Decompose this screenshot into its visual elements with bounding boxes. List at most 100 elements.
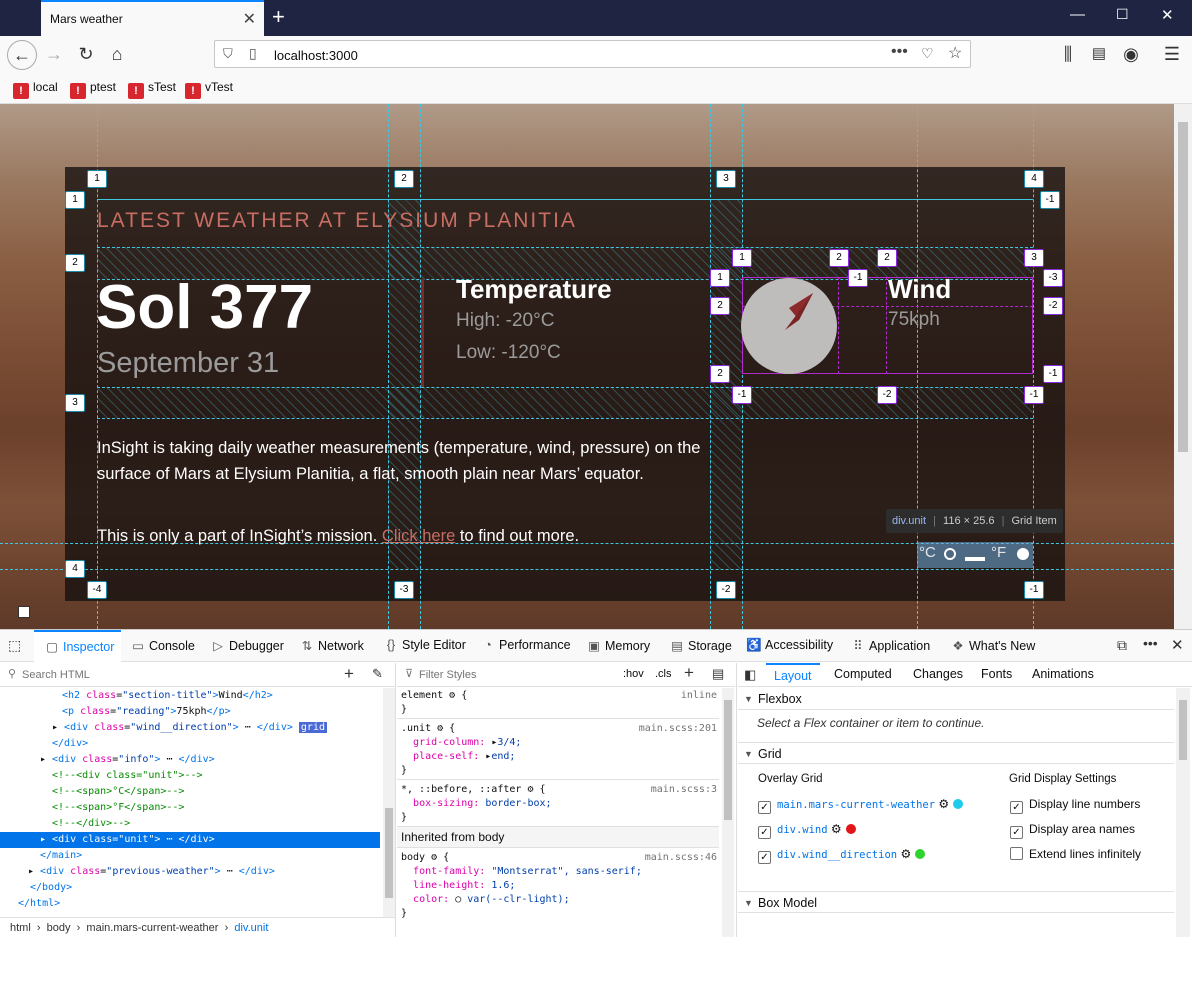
bookmark-local[interactable]: ! local [13,80,58,99]
menu-icon[interactable]: ☰ [1159,42,1185,68]
color-swatch[interactable] [845,824,856,834]
tree-node[interactable]: <p class="reading">75kph</p> [0,704,380,720]
back-icon[interactable]: ← [7,40,37,70]
tree-node[interactable]: </div> [0,736,380,752]
element-picker-icon[interactable]: ⬚ [8,637,21,654]
checkbox-checked[interactable]: ✓ [758,801,771,814]
unit-fahrenheit[interactable]: °F [991,544,1006,561]
overlay-row[interactable]: ✓ main.mars-current-weather ⚙ [758,797,964,814]
highlight-icon[interactable]: ⚙ [831,822,842,836]
bookmark-ptest[interactable]: ! ptest [70,80,116,99]
tab-fonts[interactable]: Fonts [981,667,1012,681]
library-icon[interactable]: ⫼ [1055,42,1081,68]
tree-node[interactable]: </html> [0,896,380,912]
setting-row[interactable]: ✓ Display area names [1010,822,1135,839]
dock-icon[interactable]: ⧉ [1117,637,1127,654]
tab-whats-new[interactable]: ❖ What's New [950,638,1035,653]
tab-application[interactable]: ⠿ Application [850,638,930,653]
tree-node[interactable]: <h2 class="section-title">Wind</h2> [0,688,380,704]
breadcrumb-item[interactable]: main.mars-current-weather [86,922,218,934]
tree-node[interactable]: ▸ <div class="info"> ⋯ </div> [0,752,380,768]
filter-styles-input[interactable] [419,666,599,684]
highlight-icon[interactable]: ⚙ [900,847,911,861]
close-devtools-icon[interactable]: ✕ [1171,636,1184,654]
tab-debugger[interactable]: ▷ Debugger [210,638,284,653]
hov-toggle[interactable]: :hov [623,668,644,680]
rule-element[interactable]: element ⚙ {inline } [401,689,717,717]
checkbox-checked[interactable]: ✓ [758,826,771,839]
box-model-section-header[interactable]: ▼ Box Model [738,891,1174,913]
tab-accessibility[interactable]: ♿ Accessibility [746,638,833,653]
tab-storage[interactable]: ▤ Storage [669,638,732,653]
browser-tab[interactable]: Mars weather ✕ [41,0,264,36]
toggle-pane-icon[interactable]: ◧ [744,667,756,683]
home-icon[interactable]: ⌂ [104,42,130,68]
highlight-icon[interactable]: ⚙ [938,797,949,811]
checkbox-checked[interactable]: ✓ [1010,801,1023,814]
tab-changes[interactable]: Changes [913,667,963,681]
tab-style-editor[interactable]: {} Style Editor [383,638,466,652]
grid-section-header[interactable]: ▼ Grid [738,742,1174,764]
checkbox-checked[interactable]: ✓ [1010,826,1023,839]
tree-node[interactable]: </main> [0,848,380,864]
tab-computed[interactable]: Computed [834,667,892,681]
eyedropper-icon[interactable]: ✎ [372,666,383,682]
tab-console[interactable]: ▭ Console [130,638,195,653]
tree-comment[interactable]: <!--<span>°C</span>--> [0,784,380,800]
tree-comment[interactable]: <!--<span>°F</span>--> [0,800,380,816]
sidebar-icon[interactable]: ▤ [1086,42,1112,68]
tab-animations[interactable]: Animations [1032,667,1094,681]
bookmark-star-icon[interactable]: ☆ [948,43,962,63]
color-swatch[interactable] [915,849,926,859]
click-here-link[interactable]: Click here [382,527,455,545]
tab-performance[interactable]: ◔ Performance [480,638,570,652]
unit-celsius[interactable]: °C [919,544,936,561]
pocket-icon[interactable]: ♡ [921,45,934,62]
checkbox-checked[interactable]: ✓ [758,851,771,864]
rule-body[interactable]: body ⚙ {main.scss:46 font-family: "Monts… [401,851,717,921]
scrollbar-thumb[interactable] [1179,700,1187,760]
tab-inspector[interactable]: ▢ Inspector [34,630,121,662]
bookmark-stest[interactable]: ! sTest [128,80,176,99]
page-scrollbar[interactable] [1174,104,1192,629]
tab-memory[interactable]: ▣ Memory [586,638,650,653]
overlay-row[interactable]: ✓ div.wind__direction ⚙ [758,847,926,864]
bookmark-vtest[interactable]: ! vTest [185,80,233,99]
overlay-row[interactable]: ✓ div.wind ⚙ [758,822,856,839]
new-tab-icon[interactable]: + [272,4,285,30]
tree-node[interactable]: ▸ <div class="previous-weather"> ⋯ </div… [0,864,380,880]
setting-row[interactable]: Extend lines infinitely [1010,847,1141,861]
rules-scrollbar[interactable] [722,688,734,938]
tree-node[interactable]: </body> [0,880,380,896]
tree-node[interactable]: ▸ <div class="wind__direction"> ⋯ </div>… [0,720,380,736]
print-media-icon[interactable]: ▤ [712,666,724,682]
close-icon[interactable]: ✕ [243,9,256,29]
tree-comment[interactable]: <!--<div class="unit">--> [0,768,380,784]
reload-icon[interactable]: ↻ [73,42,99,68]
layout-scrollbar[interactable] [1176,688,1190,938]
url-text[interactable]: localhost:3000 [274,48,358,63]
maximize-icon[interactable]: ☐ [1116,6,1129,23]
scrollbar-thumb[interactable] [724,700,732,820]
breadcrumb-item[interactable]: body [47,922,71,934]
url-bar[interactable]: ⛉ ▯ localhost:3000 ••• ♡ ☆ [214,40,971,68]
tree-comment[interactable]: <!--</div>--> [0,816,380,832]
more-options-icon[interactable]: ••• [1143,635,1158,651]
window-close-icon[interactable]: ✕ [1161,6,1174,24]
add-node-icon[interactable]: + [344,664,354,684]
breadcrumb-item[interactable]: html [10,922,31,934]
unit-toggle[interactable]: °C °F [917,542,1033,568]
minimize-icon[interactable]: — [1070,6,1085,23]
tab-layout[interactable]: Layout [766,663,820,687]
cls-toggle[interactable]: .cls [655,668,672,680]
add-rule-icon[interactable]: + [684,663,694,683]
tree-node-selected[interactable]: ▸ <div class="unit"> ⋯ </div> [0,832,380,848]
forward-icon[interactable]: → [41,42,67,68]
account-icon[interactable]: ◉ [1118,42,1144,68]
rule-unit[interactable]: .unit ⚙ {main.scss:201 grid-column: ▸3/4… [401,722,717,778]
scrollbar-thumb[interactable] [1178,122,1188,452]
shield-icon[interactable]: ⛉ [223,46,233,62]
rule-universal[interactable]: *, ::before, ::after ⚙ {main.scss:3 box-… [401,783,717,825]
setting-row[interactable]: ✓ Display line numbers [1010,797,1140,814]
search-html-input[interactable] [22,666,322,684]
